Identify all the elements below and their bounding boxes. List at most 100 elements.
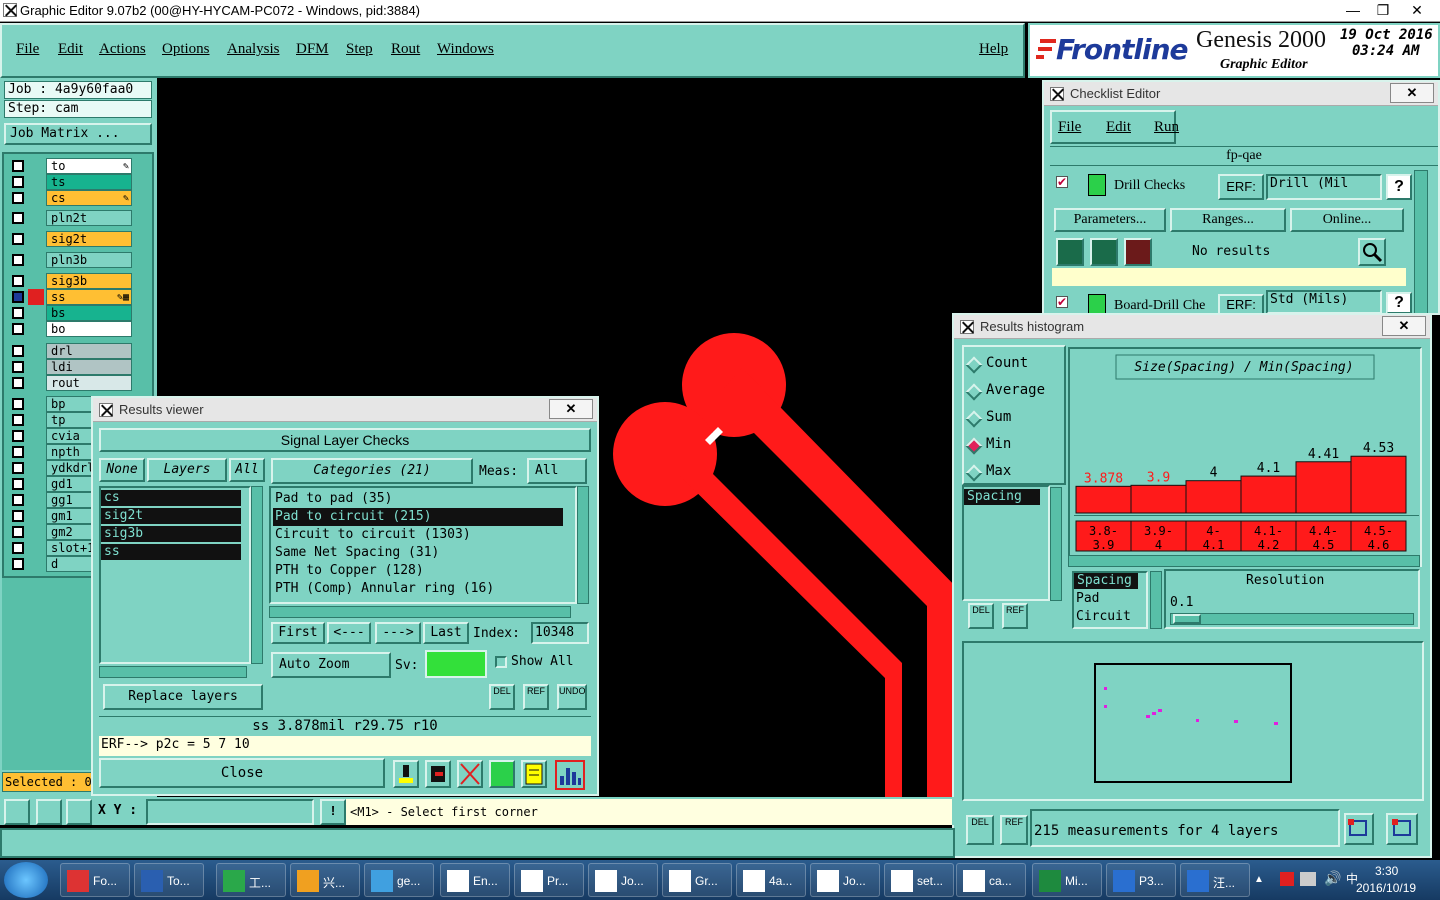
mode-radio[interactable] xyxy=(965,383,983,401)
layer-checkbox[interactable] xyxy=(12,254,24,266)
mode-label[interactable]: Sum xyxy=(986,409,1011,425)
last-button[interactable]: Last xyxy=(423,622,469,644)
histogram-titlebar[interactable]: Results histogram ✕ xyxy=(954,315,1430,339)
layer-row[interactable]: sig2t xyxy=(10,231,132,247)
next-button[interactable]: ---> xyxy=(375,622,421,644)
help-button-2[interactable]: ? xyxy=(1386,292,1412,314)
warning-icon[interactable]: ! xyxy=(320,799,346,825)
close-button[interactable]: ✕ xyxy=(1396,0,1438,20)
layer-checkbox[interactable] xyxy=(12,192,24,204)
layer-row[interactable]: cs ✎ xyxy=(10,190,132,206)
result-layer-item[interactable]: sig3b xyxy=(101,526,241,542)
menu-rout[interactable]: Rout xyxy=(391,41,420,58)
run-selected-icon[interactable] xyxy=(1090,238,1118,266)
layer-name[interactable]: pln2t xyxy=(46,210,132,226)
highlight-icon[interactable] xyxy=(393,760,419,788)
resolution-slider[interactable] xyxy=(1170,613,1414,625)
histogram-bar[interactable] xyxy=(1185,480,1242,514)
layer-name[interactable]: sig3b xyxy=(46,273,132,289)
layer-checkbox[interactable] xyxy=(12,233,24,245)
result-category-item[interactable]: PTH (Comp) Annular ring (16) xyxy=(273,580,563,598)
layer-row[interactable]: ts xyxy=(10,174,132,190)
layer-checkbox[interactable] xyxy=(12,526,24,538)
histogram-bar[interactable] xyxy=(1130,484,1187,514)
layer-checkbox[interactable] xyxy=(12,478,24,490)
layers-button[interactable]: Layers xyxy=(147,458,227,482)
show-all-checkbox[interactable] xyxy=(495,656,507,668)
meas-select[interactable]: All xyxy=(527,458,587,484)
none-button[interactable]: None xyxy=(99,458,145,482)
layer-color-swatch[interactable] xyxy=(28,289,44,305)
layer-name[interactable]: pln3b xyxy=(46,252,132,268)
viewer-close-button[interactable]: ✕ xyxy=(549,399,593,419)
layer-checkbox[interactable] xyxy=(12,176,24,188)
layer-checkbox[interactable] xyxy=(12,414,24,426)
del-icon[interactable]: DEL xyxy=(968,603,994,629)
histogram-bar[interactable] xyxy=(1350,455,1407,514)
taskbar-item[interactable]: set... xyxy=(884,863,954,897)
layer-checkbox[interactable] xyxy=(12,275,24,287)
menu-options[interactable]: Options xyxy=(162,41,210,58)
erf-field[interactable]: Drill (Mil xyxy=(1266,174,1382,200)
layer-name[interactable]: rout xyxy=(46,375,132,391)
categories-button[interactable]: Categories (21) xyxy=(271,458,473,484)
taskbar-item[interactable]: En... xyxy=(440,863,510,897)
layer-checkbox[interactable] xyxy=(12,430,24,442)
taskbar-item[interactable]: Fo... xyxy=(60,863,130,897)
zoom-fit-icon[interactable] xyxy=(4,799,30,825)
layer-checkbox[interactable] xyxy=(12,558,24,570)
layer-list-scrollbar[interactable] xyxy=(251,486,263,664)
taskbar-item[interactable]: Jo... xyxy=(588,863,658,897)
taskbar-item[interactable]: 工... xyxy=(216,863,286,897)
result-layer-item[interactable]: cs xyxy=(101,490,241,506)
layer-checkbox[interactable] xyxy=(12,377,24,389)
taskbar-item[interactable]: Mi... xyxy=(1032,863,1102,897)
window-titlebar[interactable]: Graphic Editor 9.07b2 (00@HY-HYCAM-PC072… xyxy=(0,0,1440,22)
exit-icon[interactable] xyxy=(425,760,451,788)
zoom-icon[interactable] xyxy=(1358,238,1386,266)
checklist-menu-edit[interactable]: Edit xyxy=(1106,119,1131,136)
layer-checkbox[interactable] xyxy=(12,510,24,522)
menu-step[interactable]: Step xyxy=(346,41,373,58)
layer-checkbox[interactable] xyxy=(12,307,24,319)
taskbar-item[interactable]: 4a... xyxy=(736,863,806,897)
menu-analysis[interactable]: Analysis xyxy=(227,41,280,58)
taskbar-item[interactable]: Jo... xyxy=(810,863,880,897)
taskbar-item[interactable]: ca... xyxy=(956,863,1026,897)
layer-row[interactable]: pln2t xyxy=(10,210,132,226)
spacing-list[interactable]: Spacing xyxy=(962,485,1050,601)
xy-field[interactable] xyxy=(146,799,314,825)
layer-row[interactable]: ss ✎▦ xyxy=(10,289,132,305)
layer-checkbox[interactable] xyxy=(12,542,24,554)
zoom-area-icon[interactable] xyxy=(36,799,62,825)
spacing-list-scrollbar[interactable] xyxy=(1050,487,1062,601)
menu-file[interactable]: File xyxy=(16,41,39,58)
layer-row[interactable]: ldi xyxy=(10,359,132,375)
job-matrix-button[interactable]: Job Matrix ... xyxy=(4,123,152,145)
layer-checkbox[interactable] xyxy=(12,398,24,410)
layer-row[interactable]: to ✎ xyxy=(10,158,132,174)
grid-icon[interactable] xyxy=(66,799,92,825)
export-icon-2[interactable] xyxy=(1386,813,1418,845)
export-icon[interactable] xyxy=(1344,813,1374,845)
layer-list-hscroll[interactable] xyxy=(99,666,247,678)
mode-radio[interactable] xyxy=(965,437,983,455)
layer-name[interactable]: to ✎ xyxy=(46,158,132,174)
del-icon[interactable]: DEL xyxy=(489,684,515,710)
result-category-item[interactable]: PTH to Copper (128) xyxy=(273,562,563,580)
result-category-item[interactable]: Pad to circuit (215) xyxy=(273,508,563,526)
layer-result-list[interactable]: cs sig2t sig3b ss xyxy=(99,486,251,664)
layer-name[interactable]: sig2t xyxy=(46,231,132,247)
menu-help[interactable]: Help xyxy=(979,41,1008,58)
result-layer-item[interactable]: ss xyxy=(101,544,241,560)
category-scrollbar[interactable] xyxy=(1150,571,1162,629)
layer-name[interactable]: cs ✎ xyxy=(46,190,132,206)
result-layer-item[interactable]: sig2t xyxy=(101,508,241,524)
help-button[interactable]: ? xyxy=(1386,174,1412,200)
layer-name[interactable]: bs xyxy=(46,305,132,321)
minimize-button[interactable]: — xyxy=(1336,0,1370,20)
mode-label[interactable]: Min xyxy=(986,436,1011,452)
category-item-circuit[interactable]: Circuit xyxy=(1076,609,1131,624)
histogram-bar[interactable] xyxy=(1240,475,1297,514)
layer-row[interactable]: bo xyxy=(10,321,132,337)
